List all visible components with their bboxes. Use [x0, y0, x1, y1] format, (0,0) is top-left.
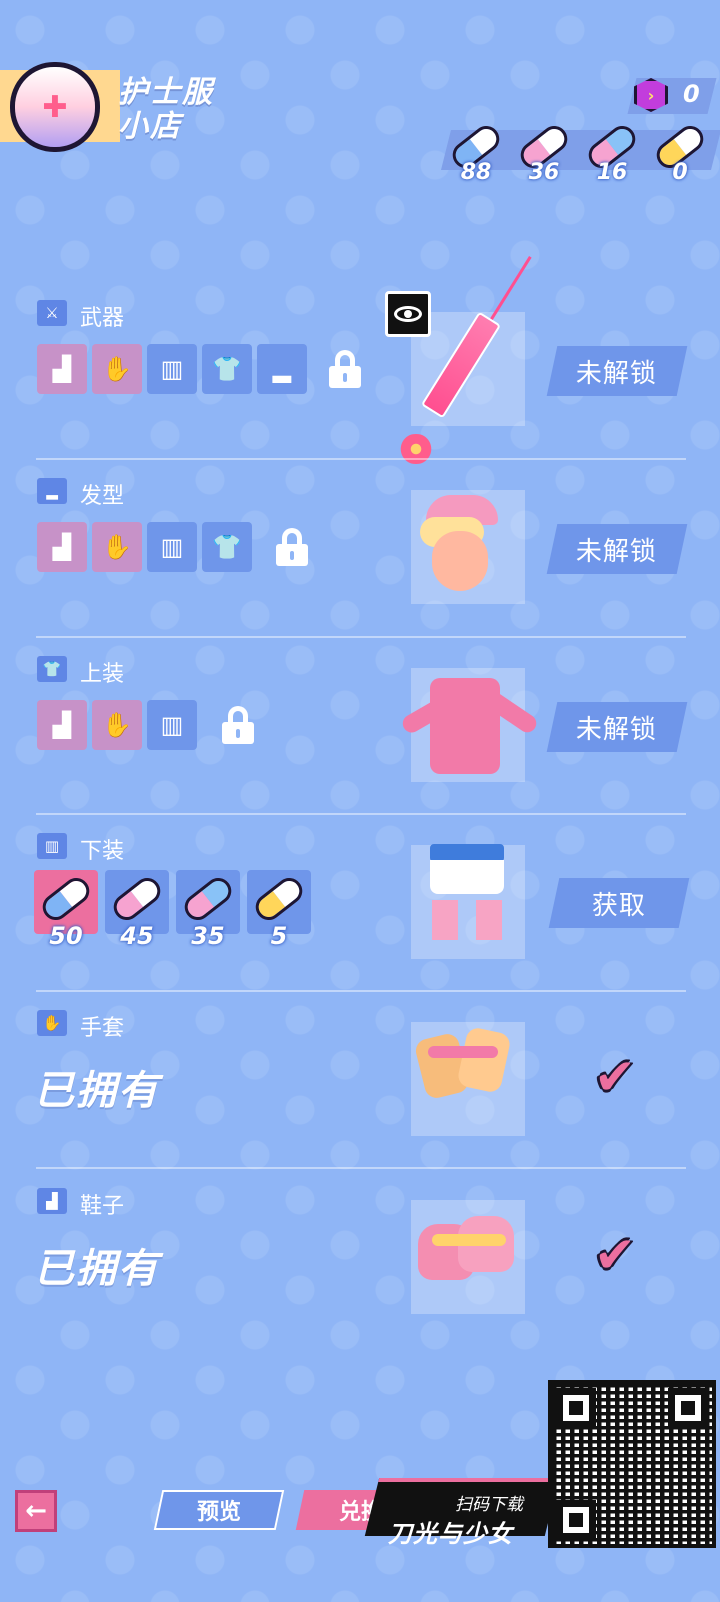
cost-gold-pill[interactable]: 5	[247, 870, 311, 950]
weapon-unlock-button[interactable]: 未解锁	[546, 346, 688, 396]
row-divider	[36, 636, 686, 638]
category-label-weapon: 武器	[80, 306, 125, 331]
resource-count: 0	[672, 160, 688, 185]
nurse-cap-image	[420, 495, 502, 591]
shoe-slot-icon[interactable]: ▟	[37, 700, 87, 750]
resource-lightblue-pill: 16	[582, 120, 642, 185]
nurse-coat-image	[399, 668, 540, 778]
shoe-icon: ▟	[37, 1188, 67, 1214]
row-divider	[36, 813, 686, 815]
resource-count: 88	[460, 160, 492, 185]
top-unlock-label: 未解锁	[576, 714, 658, 745]
top-unlock-button[interactable]: 未解锁	[546, 702, 688, 752]
glove-slot-icon[interactable]: ✋	[92, 344, 142, 394]
cost-count: 45	[120, 922, 154, 950]
shoe-slot-icon[interactable]: ▟	[37, 522, 87, 572]
pink-blue-pill-icon	[179, 872, 237, 926]
cost-pink-pill[interactable]: 45	[105, 870, 169, 950]
blue-pill-icon	[37, 872, 95, 926]
shop-title-line2: 小店	[118, 109, 182, 144]
cost-count: 5	[270, 922, 288, 950]
gloves-owned-status: 已拥有	[34, 1068, 160, 1114]
gold-pill-icon	[250, 872, 308, 926]
lock-icon	[329, 350, 361, 388]
category-label-bottom: 下装	[80, 839, 125, 864]
arrow-left-icon: ←	[25, 1496, 47, 1526]
cost-count: 35	[191, 922, 225, 950]
shirt-slot-icon[interactable]: 👕	[202, 522, 252, 572]
row-divider	[36, 458, 686, 460]
category-label-gloves: 手套	[80, 1016, 125, 1041]
row-divider	[36, 990, 686, 992]
resource-blue-pill: 88	[446, 120, 506, 185]
shorts-slot-icon[interactable]: ▥	[147, 522, 197, 572]
gloves-image	[413, 1026, 512, 1106]
shoes-image	[418, 1204, 518, 1284]
pink-pill-icon	[108, 872, 166, 926]
weapon-unlock-label: 未解锁	[576, 358, 658, 389]
check-icon: ✔	[594, 1226, 636, 1284]
hair-unlock-label: 未解锁	[576, 536, 658, 567]
lock-icon	[276, 528, 308, 566]
shop-title: 护士服 小店	[118, 76, 214, 144]
resource-count: 16	[596, 160, 628, 185]
cost-count: 50	[49, 922, 83, 950]
shop-title-line1: 护士服	[118, 75, 214, 110]
check-icon: ✔	[594, 1048, 636, 1106]
cost-blue-pill[interactable]: 50	[34, 870, 98, 950]
glove-slot-icon[interactable]: ✋	[92, 700, 142, 750]
qr-finder	[556, 1500, 596, 1540]
glove-slot-icon[interactable]: ✋	[92, 522, 142, 572]
bottom-obtain-button[interactable]: 获取	[548, 878, 690, 928]
row-divider	[36, 1167, 686, 1169]
shorts-slot-icon[interactable]: ▥	[147, 700, 197, 750]
preview-button-label: 预览	[196, 1500, 241, 1525]
hat-slot-icon[interactable]: ▂	[257, 344, 307, 394]
promo-download-text: 扫码下载	[455, 1495, 523, 1515]
qr-finder	[668, 1388, 708, 1428]
shirt-slot-icon[interactable]: 👕	[202, 344, 252, 394]
gem-count: 0	[683, 80, 700, 108]
resource-count: 36	[528, 160, 560, 185]
category-label-hair: 发型	[80, 484, 125, 509]
shop-avatar: ✚	[10, 62, 100, 152]
shoe-slot-icon[interactable]: ▟	[37, 344, 87, 394]
eye-icon[interactable]	[385, 291, 431, 337]
preview-button[interactable]: 预览	[153, 1490, 285, 1530]
bottom-obtain-label: 获取	[591, 890, 646, 921]
glove-icon: ✋	[37, 1010, 67, 1036]
nurse-shorts-image	[430, 844, 510, 944]
promo-game-name: 刀光与少女	[388, 1520, 513, 1548]
sword-icon: ⚔	[37, 300, 67, 326]
shorts-slot-icon[interactable]: ▥	[147, 344, 197, 394]
hat-icon: ▂	[37, 478, 67, 504]
qr-code-image	[548, 1380, 716, 1548]
nurse-cross-icon: ✚	[42, 89, 68, 125]
shoes-owned-status: 已拥有	[34, 1246, 160, 1292]
lock-icon	[222, 706, 254, 744]
back-button[interactable]: ←	[15, 1490, 57, 1532]
resource-pink-pill: 36	[514, 120, 574, 185]
category-label-shoes: 鞋子	[80, 1194, 125, 1219]
category-label-top: 上装	[80, 662, 125, 687]
qr-finder	[556, 1388, 596, 1428]
hair-unlock-button[interactable]: 未解锁	[546, 524, 688, 574]
shirt-icon: 👕	[37, 656, 67, 682]
shorts-icon: ▥	[37, 833, 67, 859]
resource-gold-pill: 0	[650, 120, 710, 185]
cost-lightblue-pill[interactable]: 35	[176, 870, 240, 950]
